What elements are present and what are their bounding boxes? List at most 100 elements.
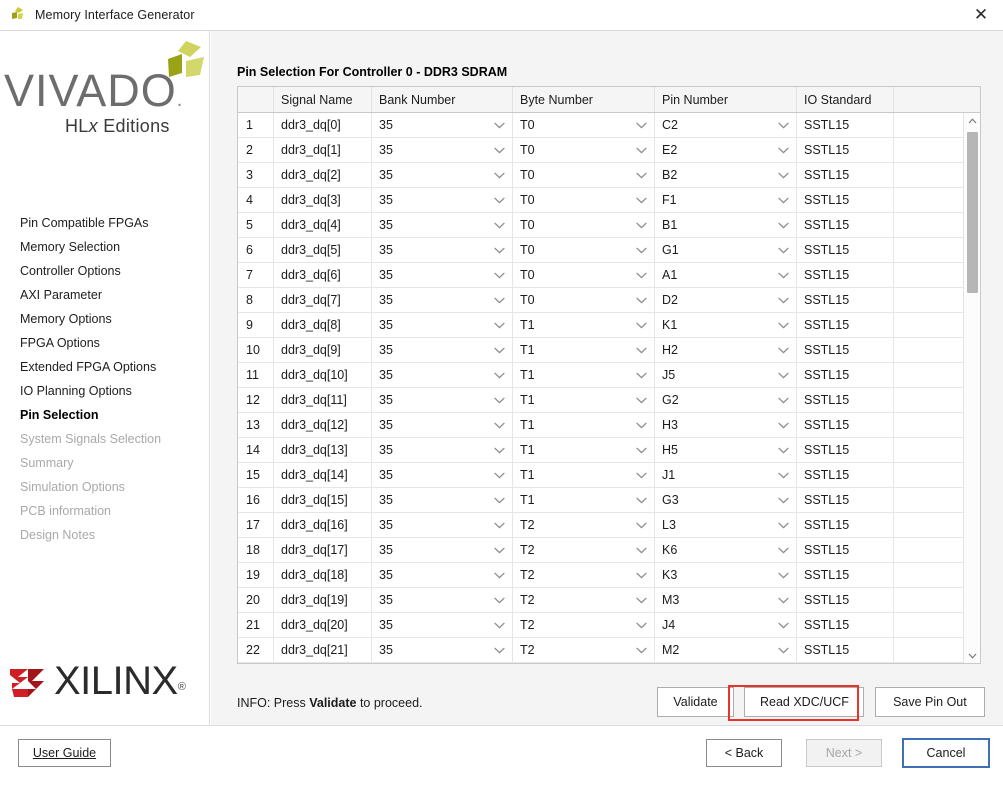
cell-byte-number-select[interactable]: T0 — [513, 288, 655, 312]
cell-byte-number-select[interactable]: T1 — [513, 413, 655, 437]
cell-bank-number-select[interactable]: 35 — [372, 563, 513, 587]
chevron-down-icon[interactable] — [777, 563, 789, 587]
table-row[interactable]: 17 ddr3_dq[16] 35 T2 L3 SSTL15 — [238, 513, 963, 538]
sidebar-item-memory-selection[interactable]: Memory Selection — [0, 235, 208, 259]
chevron-down-icon[interactable] — [777, 263, 789, 287]
chevron-down-icon[interactable] — [635, 288, 647, 312]
chevron-down-icon[interactable] — [777, 413, 789, 437]
cell-pin-number-select[interactable]: K1 — [655, 313, 797, 337]
cell-pin-number-select[interactable]: G1 — [655, 238, 797, 262]
chevron-down-icon[interactable] — [635, 163, 647, 187]
cell-pin-number-select[interactable]: F1 — [655, 188, 797, 212]
cell-byte-number-select[interactable]: T0 — [513, 163, 655, 187]
chevron-down-icon[interactable] — [777, 513, 789, 537]
cell-byte-number-select[interactable]: T0 — [513, 213, 655, 237]
chevron-down-icon[interactable] — [777, 338, 789, 362]
cell-pin-number-select[interactable]: A1 — [655, 263, 797, 287]
chevron-down-icon[interactable] — [777, 313, 789, 337]
cell-byte-number-select[interactable]: T1 — [513, 363, 655, 387]
cell-byte-number-select[interactable]: T0 — [513, 138, 655, 162]
chevron-down-icon[interactable] — [777, 238, 789, 262]
cell-bank-number-select[interactable]: 35 — [372, 388, 513, 412]
table-row[interactable]: 22 ddr3_dq[21] 35 T2 M2 SSTL15 — [238, 638, 963, 663]
chevron-down-icon[interactable] — [777, 213, 789, 237]
chevron-down-icon[interactable] — [493, 613, 505, 637]
back-button[interactable]: < Back — [706, 739, 782, 767]
cell-byte-number-select[interactable]: T1 — [513, 488, 655, 512]
chevron-down-icon[interactable] — [493, 238, 505, 262]
chevron-down-icon[interactable] — [493, 163, 505, 187]
cell-pin-number-select[interactable]: M2 — [655, 638, 797, 662]
sidebar-item-memory-options[interactable]: Memory Options — [0, 307, 208, 331]
cell-pin-number-select[interactable]: D2 — [655, 288, 797, 312]
cell-bank-number-select[interactable]: 35 — [372, 513, 513, 537]
chevron-down-icon[interactable] — [635, 113, 647, 137]
chevron-down-icon[interactable] — [493, 213, 505, 237]
sidebar-item-io-planning-options[interactable]: IO Planning Options — [0, 379, 208, 403]
table-row[interactable]: 8 ddr3_dq[7] 35 T0 D2 SSTL15 — [238, 288, 963, 313]
chevron-down-icon[interactable] — [493, 413, 505, 437]
chevron-down-icon[interactable] — [493, 638, 505, 662]
cell-byte-number-select[interactable]: T2 — [513, 513, 655, 537]
chevron-down-icon[interactable] — [493, 588, 505, 612]
cell-byte-number-select[interactable]: T2 — [513, 538, 655, 562]
close-icon[interactable]: ✕ — [959, 0, 1003, 30]
chevron-down-icon[interactable] — [635, 488, 647, 512]
chevron-down-icon[interactable] — [777, 638, 789, 662]
chevron-down-icon[interactable] — [493, 488, 505, 512]
read-xdc-ucf-button[interactable]: Read XDC/UCF — [744, 687, 865, 717]
sidebar-item-axi-parameter[interactable]: AXI Parameter — [0, 283, 208, 307]
chevron-down-icon[interactable] — [635, 238, 647, 262]
chevron-down-icon[interactable] — [777, 488, 789, 512]
table-row[interactable]: 15 ddr3_dq[14] 35 T1 J1 SSTL15 — [238, 463, 963, 488]
sidebar-item-controller-options[interactable]: Controller Options — [0, 259, 208, 283]
chevron-down-icon[interactable] — [777, 438, 789, 462]
cell-bank-number-select[interactable]: 35 — [372, 588, 513, 612]
cell-byte-number-select[interactable]: T1 — [513, 338, 655, 362]
chevron-down-icon[interactable] — [777, 538, 789, 562]
cell-bank-number-select[interactable]: 35 — [372, 163, 513, 187]
chevron-down-icon[interactable] — [777, 463, 789, 487]
table-row[interactable]: 9 ddr3_dq[8] 35 T1 K1 SSTL15 — [238, 313, 963, 338]
cell-bank-number-select[interactable]: 35 — [372, 638, 513, 662]
cell-pin-number-select[interactable]: J1 — [655, 463, 797, 487]
table-vertical-scrollbar[interactable] — [963, 113, 980, 663]
table-row[interactable]: 5 ddr3_dq[4] 35 T0 B1 SSTL15 — [238, 213, 963, 238]
chevron-down-icon[interactable] — [635, 388, 647, 412]
user-guide-button[interactable]: User Guide — [18, 739, 111, 767]
cell-pin-number-select[interactable]: K3 — [655, 563, 797, 587]
chevron-down-icon[interactable] — [493, 563, 505, 587]
chevron-down-icon[interactable] — [777, 388, 789, 412]
cell-pin-number-select[interactable]: H2 — [655, 338, 797, 362]
cell-bank-number-select[interactable]: 35 — [372, 138, 513, 162]
cell-byte-number-select[interactable]: T0 — [513, 263, 655, 287]
chevron-down-icon[interactable] — [493, 388, 505, 412]
table-row[interactable]: 13 ddr3_dq[12] 35 T1 H3 SSTL15 — [238, 413, 963, 438]
chevron-down-icon[interactable] — [493, 438, 505, 462]
chevron-down-icon[interactable] — [635, 188, 647, 212]
sidebar-item-fpga-options[interactable]: FPGA Options — [0, 331, 208, 355]
cell-pin-number-select[interactable]: E2 — [655, 138, 797, 162]
chevron-down-icon[interactable] — [493, 188, 505, 212]
cell-bank-number-select[interactable]: 35 — [372, 263, 513, 287]
sidebar-item-pin-selection[interactable]: Pin Selection — [0, 403, 208, 427]
cell-byte-number-select[interactable]: T1 — [513, 313, 655, 337]
cell-bank-number-select[interactable]: 35 — [372, 363, 513, 387]
table-row[interactable]: 10 ddr3_dq[9] 35 T1 H2 SSTL15 — [238, 338, 963, 363]
chevron-down-icon[interactable] — [635, 338, 647, 362]
cell-byte-number-select[interactable]: T2 — [513, 563, 655, 587]
chevron-down-icon[interactable] — [635, 613, 647, 637]
chevron-down-icon[interactable] — [777, 588, 789, 612]
chevron-down-icon[interactable] — [493, 363, 505, 387]
table-row[interactable]: 21 ddr3_dq[20] 35 T2 J4 SSTL15 — [238, 613, 963, 638]
sidebar-item-extended-fpga-options[interactable]: Extended FPGA Options — [0, 355, 208, 379]
cell-bank-number-select[interactable]: 35 — [372, 413, 513, 437]
cell-byte-number-select[interactable]: T1 — [513, 438, 655, 462]
sidebar-item-pin-compatible-fpgas[interactable]: Pin Compatible FPGAs — [0, 211, 208, 235]
cell-bank-number-select[interactable]: 35 — [372, 613, 513, 637]
cell-byte-number-select[interactable]: T0 — [513, 188, 655, 212]
cell-bank-number-select[interactable]: 35 — [372, 488, 513, 512]
chevron-down-icon[interactable] — [635, 263, 647, 287]
table-row[interactable]: 16 ddr3_dq[15] 35 T1 G3 SSTL15 — [238, 488, 963, 513]
chevron-down-icon[interactable] — [493, 288, 505, 312]
